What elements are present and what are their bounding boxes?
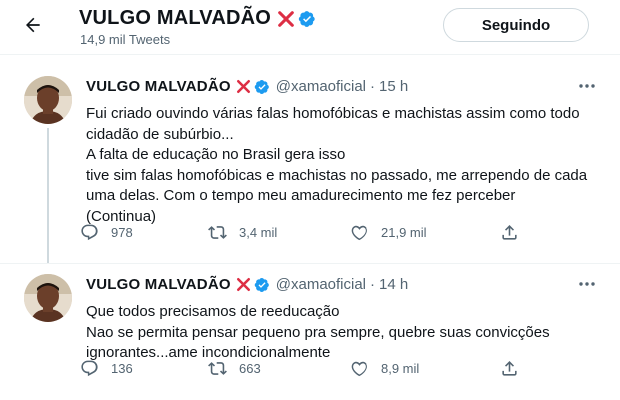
cross-mark-icon [236,277,251,292]
cross-mark-icon [277,10,295,28]
tweet-text-line: tive sim falas homofóbicas e machistas n… [86,166,588,184]
tweet-text-line: (Continua) [86,207,157,225]
tweet[interactable]: VULGO MALVADÃO @xamaoficial · 15 h Fui c… [14,66,606,264]
like-button[interactable]: 8,9 mil [350,359,419,378]
tweet-text-line: Que todos precisamos de reeducação [86,303,340,320]
heart-icon [351,361,367,376]
share-button[interactable] [500,359,519,378]
verified-badge-icon [254,79,270,95]
tweet-text: Fui criado ouvindo várias falas homofóbi… [86,104,596,227]
tweet-header: VULGO MALVADÃO @xamaoficial · 14 h [86,276,408,293]
tweet-text: Que todos precisamos de reeducação Nao s… [86,302,596,364]
verified-badge-icon [298,10,316,28]
tweet-text-line: A falta de educação no Brasil gera isso [86,146,346,163]
profile-header: VULGO MALVADÃO 14,9 mil Tweets Seguindo [0,0,620,55]
tweet-text-line: uma delas. Com o tempo meu amadureciment… [86,187,516,204]
tweet-text-line: Nao se permita pensar pequeno pra sempre… [86,323,550,341]
reply-icon [81,224,98,240]
share-button[interactable] [500,223,519,242]
tweet-text-line: cidadão de subúrbio... [86,125,234,143]
arrow-left-icon [26,17,40,33]
tweet[interactable]: VULGO MALVADÃO @xamaoficial · 14 h Que t… [14,264,606,400]
more-options-button[interactable] [576,78,598,94]
reply-button[interactable]: 978 [80,223,133,242]
author-name[interactable]: VULGO MALVADÃO [86,78,231,95]
like-count: 21,9 mil [381,224,427,240]
retweet-icon [208,225,227,239]
verified-badge-icon [254,277,270,293]
author-name[interactable]: VULGO MALVADÃO [86,276,231,293]
tweets-count: 14,9 mil Tweets [80,32,171,47]
author-handle[interactable]: @xamaoficial [276,78,366,95]
separator-dot: · [370,78,376,95]
heart-icon [351,225,367,240]
retweet-button[interactable]: 3,4 mil [208,223,277,242]
avatar[interactable] [24,76,72,124]
tweet-timestamp[interactable]: 14 h [379,276,408,293]
retweet-button[interactable]: 663 [208,359,261,378]
tweet-timestamp[interactable]: 15 h [379,78,408,95]
thread-line [47,128,49,264]
tweet-text-line: Fui criado ouvindo várias falas homofóbi… [86,105,580,122]
author-handle[interactable]: @xamaoficial [276,276,366,293]
header-title: VULGO MALVADÃO [79,7,316,30]
header-display-name: VULGO MALVADÃO [79,7,272,29]
reply-button[interactable]: 136 [80,359,133,378]
separator-dot: · [370,276,376,293]
following-button[interactable]: Seguindo [443,8,589,42]
retweet-count: 663 [239,360,261,376]
more-horizontal-icon [579,84,595,88]
reply-count: 978 [111,224,133,240]
avatar[interactable] [24,274,72,322]
like-count: 8,9 mil [381,360,420,376]
tweet-text-line: ignorantes...ame incondicionalmente [86,344,331,361]
reply-count: 136 [111,360,133,376]
share-icon [502,360,517,376]
more-options-button[interactable] [576,276,598,292]
retweet-icon [208,361,227,375]
back-button[interactable] [20,12,46,38]
share-icon [502,224,517,240]
tweet-header: VULGO MALVADÃO @xamaoficial · 15 h [86,78,408,95]
like-button[interactable]: 21,9 mil [350,223,427,242]
reply-icon [81,360,98,376]
more-horizontal-icon [579,282,595,286]
retweet-count: 3,4 mil [239,224,278,240]
cross-mark-icon [236,79,251,94]
